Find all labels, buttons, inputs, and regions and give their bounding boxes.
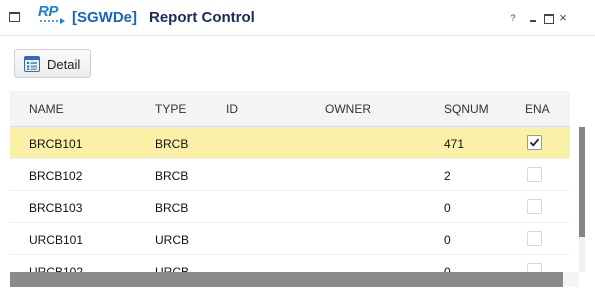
window-icon[interactable] (9, 12, 20, 22)
column-header-name[interactable]: NAME (29, 102, 64, 116)
cell-name: BRCB101 (29, 137, 83, 151)
cell-type: URCB (155, 233, 190, 247)
help-button[interactable]: ? (508, 12, 518, 24)
cell-sqnum: 2 (444, 169, 451, 183)
report-table: NAME TYPE ID OWNER SQNUM ENA BRCB101 BRCB… (10, 91, 585, 287)
maximize-button[interactable] (543, 12, 554, 24)
horizontal-scrollbar[interactable] (10, 272, 579, 287)
vertical-scroll-thumb[interactable] (579, 127, 585, 237)
column-header-id[interactable]: ID (226, 102, 238, 116)
rp-logo-icon: RP (38, 3, 68, 31)
table-header: NAME TYPE ID OWNER SQNUM ENA (10, 91, 570, 127)
cell-sqnum: 0 (444, 233, 451, 247)
table-row[interactable]: BRCB102 BRCB 2 (10, 159, 570, 191)
close-button[interactable]: × (557, 11, 569, 24)
column-header-owner[interactable]: OWNER (325, 102, 371, 116)
ena-checkbox[interactable] (527, 167, 542, 182)
cell-name: BRCB103 (29, 201, 83, 215)
title-tag: [SGWDe] (72, 9, 137, 26)
detail-list-icon (24, 56, 40, 72)
cell-type: BRCB (155, 201, 189, 215)
cell-name: URCB101 (29, 233, 84, 247)
column-header-ena[interactable]: ENA (525, 102, 550, 116)
cell-type: BRCB (155, 137, 189, 151)
column-header-sqnum[interactable]: SQNUM (444, 102, 489, 116)
detail-button[interactable]: Detail (14, 49, 91, 78)
ena-checkbox[interactable] (527, 231, 542, 246)
table-row[interactable]: BRCB103 BRCB 0 (10, 191, 570, 223)
window-title: Report Control (149, 9, 255, 26)
ena-checkbox[interactable] (527, 135, 542, 150)
cell-sqnum: 0 (444, 201, 451, 215)
horizontal-scroll-thumb[interactable] (10, 272, 563, 287)
table-row[interactable]: URCB101 URCB 0 (10, 223, 570, 255)
cell-name: BRCB102 (29, 169, 83, 183)
scroll-corner (579, 272, 585, 287)
detail-button-label: Detail (47, 57, 81, 72)
ena-checkbox[interactable] (527, 199, 542, 214)
minimize-button[interactable] (528, 12, 538, 24)
title-bar: RP [SGWDe] Report Control ? × (0, 0, 595, 36)
toolbar: Detail (0, 37, 595, 91)
vertical-scrollbar[interactable] (579, 127, 585, 287)
table-row[interactable]: BRCB101 BRCB 471 (10, 127, 570, 159)
check-icon (529, 138, 540, 147)
cell-sqnum: 471 (444, 137, 465, 151)
column-header-type[interactable]: TYPE (155, 102, 186, 116)
cell-type: BRCB (155, 169, 189, 183)
